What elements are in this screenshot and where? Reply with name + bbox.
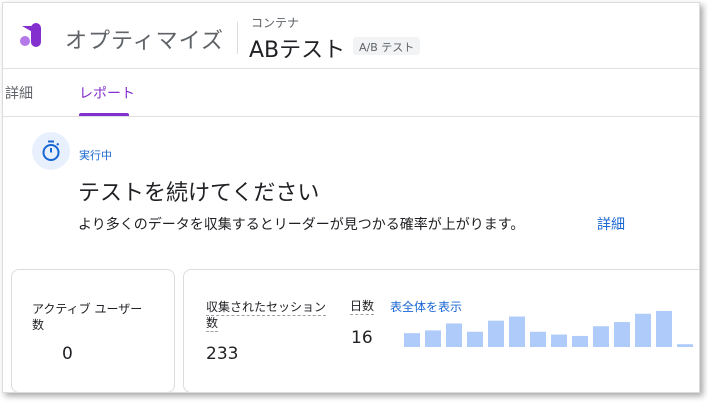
app-name: オプティマイズ <box>65 29 225 54</box>
sparkline-bar <box>572 335 588 347</box>
sparkline-bar <box>425 330 441 347</box>
tab-report[interactable]: レポート <box>79 83 135 103</box>
days-label-text: 日数 <box>350 299 375 315</box>
app-header: オプティマイズ コンテナ ABテスト A/B テスト <box>3 3 699 69</box>
sparkline-bar <box>656 311 672 347</box>
optimize-logo-icon <box>20 23 41 47</box>
sparkline-bar <box>614 322 630 347</box>
sparkline-bar <box>677 344 693 347</box>
sparkline-bar <box>446 323 462 347</box>
sessions-card: 収集されたセッション数 233 日数 16 表全体を表示 <box>183 269 699 392</box>
status-icon-container <box>32 132 70 170</box>
tab-bar: 詳細 レポート <box>3 69 699 117</box>
active-tab-indicator <box>79 113 129 116</box>
active-users-card: アクティブ ユーザー数 0 <box>11 269 175 392</box>
sparkline-bar <box>488 320 504 347</box>
sessions-value: 233 <box>206 344 239 364</box>
header-divider <box>237 22 238 54</box>
sessions-label: 収集されたセッション数 <box>206 299 330 332</box>
sparkline-bar <box>467 331 483 347</box>
learn-more-link[interactable]: 詳細 <box>597 214 625 234</box>
experiment-type-badge: A/B テスト <box>353 37 421 55</box>
timer-icon <box>42 140 60 161</box>
sparkline-bar <box>635 313 651 347</box>
sparkline-bar <box>593 326 609 347</box>
sparkline-bar <box>404 333 420 347</box>
status-description: より多くのデータを収集するとリーダーが見つかる確率が上がります。 <box>78 217 525 233</box>
sparkline-bar <box>509 316 525 347</box>
days-label: 日数 <box>350 298 375 315</box>
sparkline-bar <box>530 331 546 347</box>
app-window: オプティマイズ コンテナ ABテスト A/B テスト 詳細 レポート 実行中 テ… <box>2 2 700 393</box>
active-users-label: アクティブ ユーザー数 <box>32 302 143 332</box>
active-users-value: 0 <box>62 344 73 364</box>
days-value: 16 <box>351 328 373 348</box>
sparkline-bar <box>551 334 567 347</box>
tab-details[interactable]: 詳細 <box>5 83 33 103</box>
status-headline: テストを続けてください <box>78 181 320 206</box>
sessions-label-text: 収集されたセッション数 <box>206 300 327 332</box>
experiment-title: ABテスト <box>249 38 346 63</box>
container-label: コンテナ <box>251 16 300 30</box>
status-badge: 実行中 <box>79 149 112 162</box>
sessions-sparkline <box>404 311 693 347</box>
